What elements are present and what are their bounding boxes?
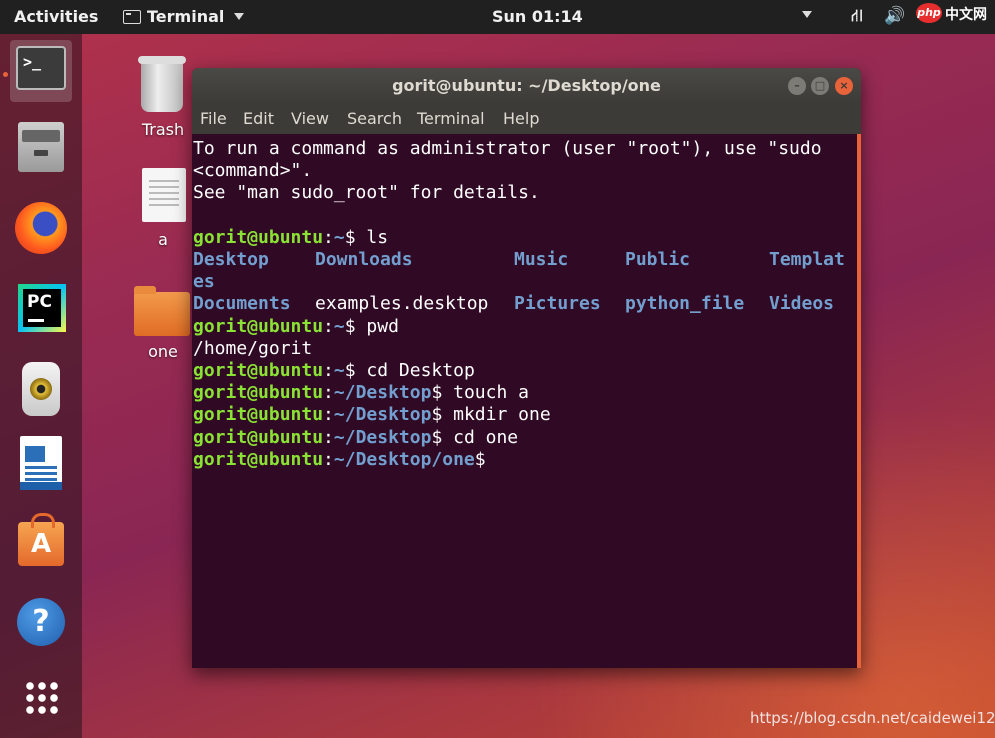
maximize-button[interactable]: □ [811, 77, 829, 95]
window-title: gorit@ubuntu: ~/Desktop/one [392, 76, 661, 95]
menu-edit[interactable]: Edit [243, 109, 274, 128]
menu-view[interactable]: View [291, 109, 329, 128]
menu-file[interactable]: File [200, 109, 227, 128]
desktop-icon-label: a [158, 230, 168, 249]
watermark-url: https://blog.csdn.net/caidewei121 [750, 709, 995, 727]
clock[interactable]: Sun 01:14 [492, 7, 583, 26]
terminal-output[interactable]: To run a command as administrator (user … [192, 134, 857, 668]
files-icon [18, 122, 64, 172]
grid-icon [24, 680, 60, 716]
folder-icon [134, 286, 190, 336]
terminal-line: gorit@ubuntu:~/Desktop$ touch a [193, 382, 529, 404]
ls-output-wrap: es [193, 271, 215, 293]
app-menu-label: Terminal [147, 7, 225, 26]
terminal-icon [123, 9, 141, 24]
desktop-icon-folder-one[interactable]: one [128, 284, 198, 364]
dock-rhythmbox[interactable] [10, 358, 72, 420]
menu-terminal[interactable]: Terminal [417, 109, 485, 128]
desktop-icon-trash[interactable]: Trash [128, 56, 198, 146]
terminal-line: gorit@ubuntu:~$ pwd [193, 315, 399, 337]
terminal-line: gorit@ubuntu:~$ ls [193, 226, 389, 248]
terminal-prompt[interactable]: gorit@ubuntu:~/Desktop/one$ [193, 449, 857, 471]
software-store-icon: A [18, 513, 64, 566]
terminal-window[interactable]: gorit@ubuntu: ~/Desktop/one – □ × File E… [192, 68, 861, 668]
volume-icon[interactable]: 🔊 [884, 6, 905, 26]
terminal-line: gorit@ubuntu:~/Desktop$ cd one [193, 426, 519, 448]
menu-help[interactable]: Help [503, 109, 539, 128]
dock-terminal[interactable]: >_ [10, 40, 72, 102]
terminal-icon: >_ [16, 46, 66, 90]
terminal-line: gorit@ubuntu:~$ cd Desktop [193, 360, 475, 381]
desktop-icon-file-a[interactable]: a [128, 166, 198, 256]
dock: >_ PC A ? [0, 34, 82, 738]
pycharm-icon: PC [18, 284, 66, 332]
chevron-down-icon [234, 13, 245, 20]
app-menu[interactable]: Terminal [123, 7, 245, 26]
terminal-line: To run a command as administrator (user … [193, 138, 822, 159]
dock-files[interactable] [10, 116, 72, 178]
dock-ubuntu-software[interactable]: A [10, 512, 72, 574]
ls-output-row: Desktop Downloads Music Public Templat [193, 249, 845, 271]
menu-search[interactable]: Search [347, 109, 402, 128]
php-logo: php [916, 3, 942, 23]
dock-libreoffice-writer[interactable] [10, 432, 72, 494]
speaker-icon [22, 362, 60, 416]
window-titlebar[interactable]: gorit@ubuntu: ~/Desktop/one – □ × [192, 68, 861, 104]
terminal-line: /home/gorit [193, 337, 313, 359]
minimize-button[interactable]: – [788, 77, 806, 95]
show-applications-button[interactable] [10, 670, 72, 732]
dock-pycharm[interactable]: PC [10, 278, 72, 340]
terminal-line: See "man sudo_root" for details. [193, 182, 540, 204]
text-file-icon [142, 168, 186, 222]
dock-firefox[interactable] [10, 196, 72, 258]
help-icon: ? [17, 598, 65, 646]
activities-button[interactable]: Activities [14, 7, 98, 26]
top-bar: Activities Terminal Sun 01:14 ⛙ 🔊 php 中文… [0, 0, 995, 34]
php-site-label: 中文网 [945, 7, 987, 23]
scrollbar[interactable] [857, 134, 861, 668]
chevron-down-icon[interactable] [802, 11, 812, 18]
dock-help[interactable]: ? [10, 592, 72, 654]
trash-icon [138, 56, 186, 112]
close-button[interactable]: × [835, 77, 853, 95]
writer-icon [20, 436, 62, 490]
menu-bar: File Edit View Search Terminal Help [192, 104, 861, 134]
running-indicator [3, 72, 8, 77]
desktop-icon-label: Trash [141, 120, 185, 139]
ls-output-row: Documents examples.desktop Pictures python_… [193, 293, 835, 315]
terminal-line: gorit@ubuntu:~/Desktop$ mkdir one [193, 404, 551, 426]
firefox-icon [15, 202, 67, 254]
network-icon[interactable]: ⛙ [851, 6, 863, 28]
desktop-icon-label: one [148, 342, 178, 361]
terminal-line: <command>". [193, 160, 313, 182]
